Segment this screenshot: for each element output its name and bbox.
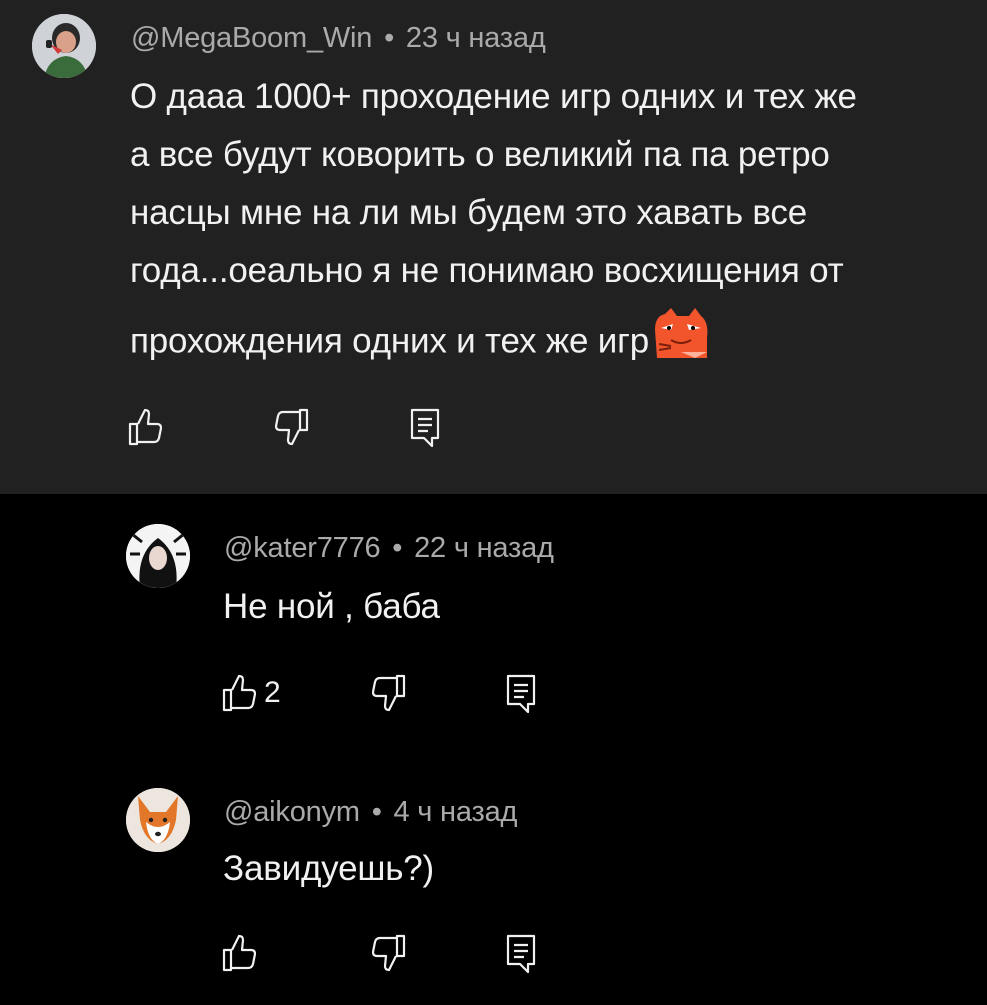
thumbs-up-icon <box>222 934 256 972</box>
comment-3: @aikonym • 4 ч назад Завидуешь?) <box>0 744 987 1005</box>
comment-line: О дааа 1000+ проходение игр одних и тех … <box>130 77 857 116</box>
fox-avatar-icon <box>126 788 190 852</box>
comment-actions <box>128 408 468 452</box>
author-name[interactable]: @kater7776 <box>224 532 381 564</box>
like-button[interactable] <box>222 934 264 972</box>
dislike-button[interactable] <box>275 408 309 446</box>
reply-icon <box>410 408 440 448</box>
comment-time[interactable]: 22 ч назад <box>414 532 554 564</box>
comment-line: Завидуешь?) <box>223 849 434 888</box>
person-with-microphone-avatar-icon <box>32 14 96 78</box>
reply-button[interactable] <box>506 934 536 974</box>
dislike-button[interactable] <box>372 934 406 972</box>
author-name[interactable]: @MegaBoom_Win <box>131 22 372 54</box>
comment-line: насцы мне на ли мы будем это хавать все <box>130 193 807 232</box>
like-button[interactable] <box>128 408 170 446</box>
thumbs-down-icon <box>372 674 406 712</box>
comment-text: Не ной , баба <box>223 578 440 636</box>
comment-line: а все будут коворить о великий па па рет… <box>130 135 830 174</box>
author-avatar[interactable] <box>126 524 190 588</box>
like-button[interactable]: 2 <box>222 674 281 712</box>
orange-cat-emoji-icon <box>651 308 711 378</box>
reply-icon <box>506 934 536 974</box>
comment-meta: @kater7776 • 22 ч назад <box>224 532 554 565</box>
comment-time[interactable]: 23 ч назад <box>406 22 546 54</box>
comment-time[interactable]: 4 ч назад <box>394 796 518 828</box>
meta-separator: • <box>384 22 395 54</box>
comment-2: @kater7776 • 22 ч назад Не ной , баба 2 <box>0 494 987 744</box>
thumbs-up-icon <box>222 674 256 712</box>
thumbs-down-icon <box>275 408 309 446</box>
dark-hair-girl-avatar-icon <box>126 524 190 588</box>
reply-button[interactable] <box>410 408 440 448</box>
like-count: 2 <box>264 676 281 709</box>
comment-text: О дааа 1000+ проходение игр одних и тех … <box>130 68 857 378</box>
meta-separator: • <box>371 796 382 828</box>
thumbs-down-icon <box>372 934 406 972</box>
comment-line-last: прохождения одних и тех же игр <box>130 308 857 378</box>
dislike-button[interactable] <box>372 674 406 712</box>
comment-actions <box>222 934 552 978</box>
author-avatar[interactable] <box>126 788 190 852</box>
comment-meta: @aikonym • 4 ч назад <box>224 796 517 829</box>
comment-meta: @MegaBoom_Win • 23 ч назад <box>131 22 546 55</box>
comment-line: Не ной , баба <box>223 587 440 626</box>
reply-icon <box>506 674 536 714</box>
comment-line-text: прохождения одних и тех же игр <box>130 321 649 361</box>
meta-separator: • <box>392 532 403 564</box>
author-name[interactable]: @aikonym <box>224 796 360 828</box>
author-avatar[interactable] <box>32 14 96 78</box>
comment-text: Завидуешь?) <box>223 840 434 898</box>
thumbs-up-icon <box>128 408 162 446</box>
reply-button[interactable] <box>506 674 536 714</box>
comment-1: @MegaBoom_Win • 23 ч назад О дааа 1000+ … <box>0 0 987 494</box>
comment-actions: 2 <box>222 674 552 718</box>
comment-line: года...оеально я не понимаю восхищения о… <box>130 251 844 290</box>
